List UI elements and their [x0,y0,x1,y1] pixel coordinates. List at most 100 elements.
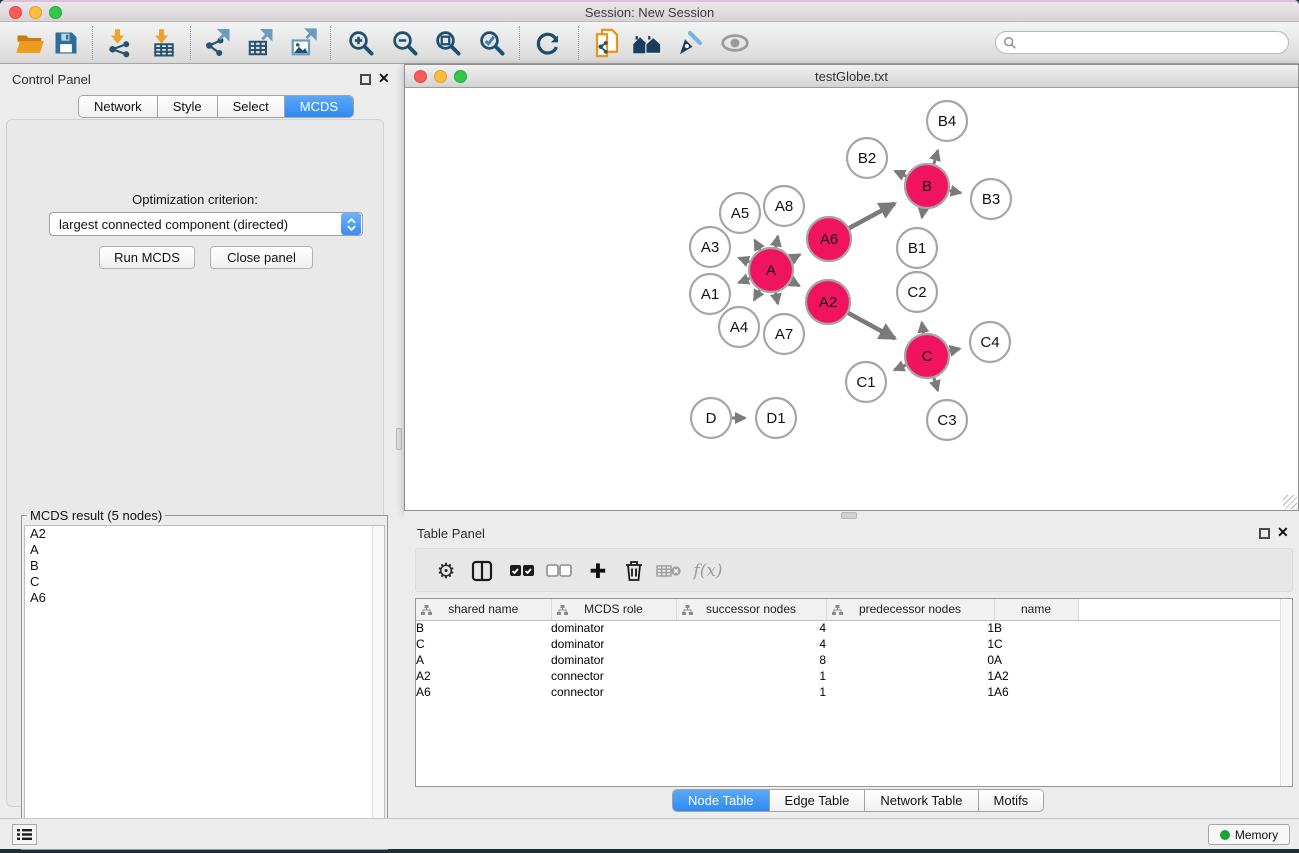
tab-motifs[interactable]: Motifs [978,790,1044,811]
mcds-result-list[interactable]: A2ABCA6 [24,525,385,847]
table-cell[interactable]: dominator [551,620,676,636]
table-cell[interactable]: A [416,652,551,668]
graph-edge-A-A7[interactable] [776,293,778,304]
graph-edge-C-C1[interactable] [894,365,906,370]
zoom-out-icon[interactable] [387,25,423,61]
table-cell[interactable]: dominator [551,652,676,668]
graph-edge-A2-C[interactable] [848,313,895,338]
column-header-mcds-role[interactable]: MCDS role [551,599,676,620]
table-cell[interactable]: 1 [826,636,994,652]
table-row[interactable]: Cdominator41C [416,636,1282,652]
table-cell[interactable]: A6 [416,684,551,700]
graph-edge-C-C3[interactable] [934,378,938,391]
table-cell[interactable]: 1 [676,668,826,684]
graph-edge-B-B1[interactable] [922,209,923,218]
graph-edge-C-C4[interactable] [950,349,960,351]
mcds-result-item[interactable]: A2 [25,526,384,542]
mcds-result-item[interactable]: B [25,558,384,574]
memory-button[interactable]: Memory [1208,824,1290,845]
tab-network[interactable]: Network [79,96,157,117]
table-row[interactable]: A6connector11A6 [416,684,1282,700]
zoom-in-icon[interactable] [343,25,379,61]
graph-edge-B-B4[interactable] [934,150,938,164]
mcds-result-item[interactable]: A [25,542,384,558]
table-cell[interactable]: dominator [551,636,676,652]
hide-annotations-icon[interactable] [672,25,708,61]
table-cell[interactable]: 1 [826,620,994,636]
graph-edge-B-B2[interactable] [895,171,906,176]
show-columns-icon[interactable] [464,553,500,589]
graph-edge-A-A4[interactable] [754,290,760,300]
open-session-icon[interactable] [12,25,48,61]
tab-edge-table[interactable]: Edge Table [769,790,865,811]
select-all-checkboxes-icon[interactable] [504,553,540,589]
cybrowser-home-icon[interactable] [629,25,665,61]
column-header-successor-nodes[interactable]: successor nodes [676,599,826,620]
search-input[interactable] [1021,34,1288,52]
table-cell[interactable]: A2 [416,668,551,684]
tab-select[interactable]: Select [217,96,284,117]
add-column-icon[interactable]: ✚ [580,553,616,589]
table-cell[interactable]: B [416,620,551,636]
table-cell[interactable]: 1 [826,668,994,684]
table-cell[interactable]: connector [551,684,676,700]
window-resize-grip[interactable] [1283,495,1297,509]
column-header-predecessor-nodes[interactable]: predecessor nodes [826,599,994,620]
tab-node-table[interactable]: Node Table [673,790,769,811]
graph-edge-A-A1[interactable] [739,278,750,282]
tab-network-table[interactable]: Network Table [864,790,977,811]
graph-edge-A6-B[interactable] [849,204,895,229]
table-cell[interactable]: 4 [676,620,826,636]
table-cell[interactable]: 0 [826,652,994,668]
table-options-gear-icon[interactable]: ⚙ [428,553,464,589]
table-scrollbar[interactable] [1280,599,1292,786]
graph-edge-C-C2[interactable] [922,322,924,333]
horizontal-splitter-handle[interactable] [841,512,857,519]
network-from-file-icon[interactable] [589,25,625,61]
list-scrollbar[interactable] [372,526,384,846]
table-cell[interactable]: connector [551,668,676,684]
tab-style[interactable]: Style [157,96,217,117]
task-history-button[interactable] [12,824,37,845]
float-panel-icon[interactable] [360,74,371,85]
close-table-panel-icon[interactable]: ✕ [1277,527,1289,538]
export-network-icon[interactable] [200,25,236,61]
table-cell[interactable]: A2 [994,668,1078,684]
mcds-result-item[interactable]: C [25,574,384,590]
table-row[interactable]: A2connector11A2 [416,668,1282,684]
horizontal-splitter[interactable] [404,511,1299,520]
graph-edge-A-A8[interactable] [776,236,778,247]
graph-edge-A-A6[interactable] [791,255,800,260]
show-graphics-details-icon[interactable] [717,25,753,61]
column-header-name[interactable]: name [994,599,1078,620]
import-network-icon[interactable] [102,25,138,61]
table-cell[interactable]: C [994,636,1078,652]
table-cell[interactable]: 1 [676,684,826,700]
function-builder-icon[interactable]: f(x) [684,553,732,589]
network-canvas[interactable]: B4B2BB3A8A5A6A3B1AC2A1A2A4A7C4CC1DD1C3 [405,88,1298,510]
delete-table-icon[interactable] [651,553,687,589]
table-cell[interactable]: A6 [994,684,1078,700]
delete-column-icon[interactable] [616,553,652,589]
tab-mcds[interactable]: MCDS [284,96,353,117]
table-cell[interactable]: C [416,636,551,652]
float-table-panel-icon[interactable] [1259,528,1270,539]
mcds-result-item[interactable]: A6 [25,590,384,606]
export-image-icon[interactable] [286,25,322,61]
deselect-all-checkboxes-icon[interactable] [541,553,577,589]
export-table-icon[interactable] [243,25,279,61]
table-row[interactable]: Bdominator41B [416,620,1282,636]
optimization-criterion-dropdown[interactable]: largest connected component (directed) [49,212,363,236]
table-row[interactable]: Adominator80A [416,652,1282,668]
table-cell[interactable]: A [994,652,1078,668]
network-window-titlebar[interactable]: testGlobe.txt [405,65,1298,88]
close-panel-button[interactable]: Close panel [210,246,313,269]
zoom-fit-icon[interactable] [430,25,466,61]
graph-edge-B-B3[interactable] [950,191,961,193]
vertical-splitter-handle[interactable] [396,428,402,450]
run-mcds-button[interactable]: Run MCDS [99,246,195,269]
graph-edge-A-A2[interactable] [791,281,799,286]
save-session-icon[interactable] [48,25,84,61]
refresh-icon[interactable] [530,25,566,61]
table-cell[interactable]: 4 [676,636,826,652]
